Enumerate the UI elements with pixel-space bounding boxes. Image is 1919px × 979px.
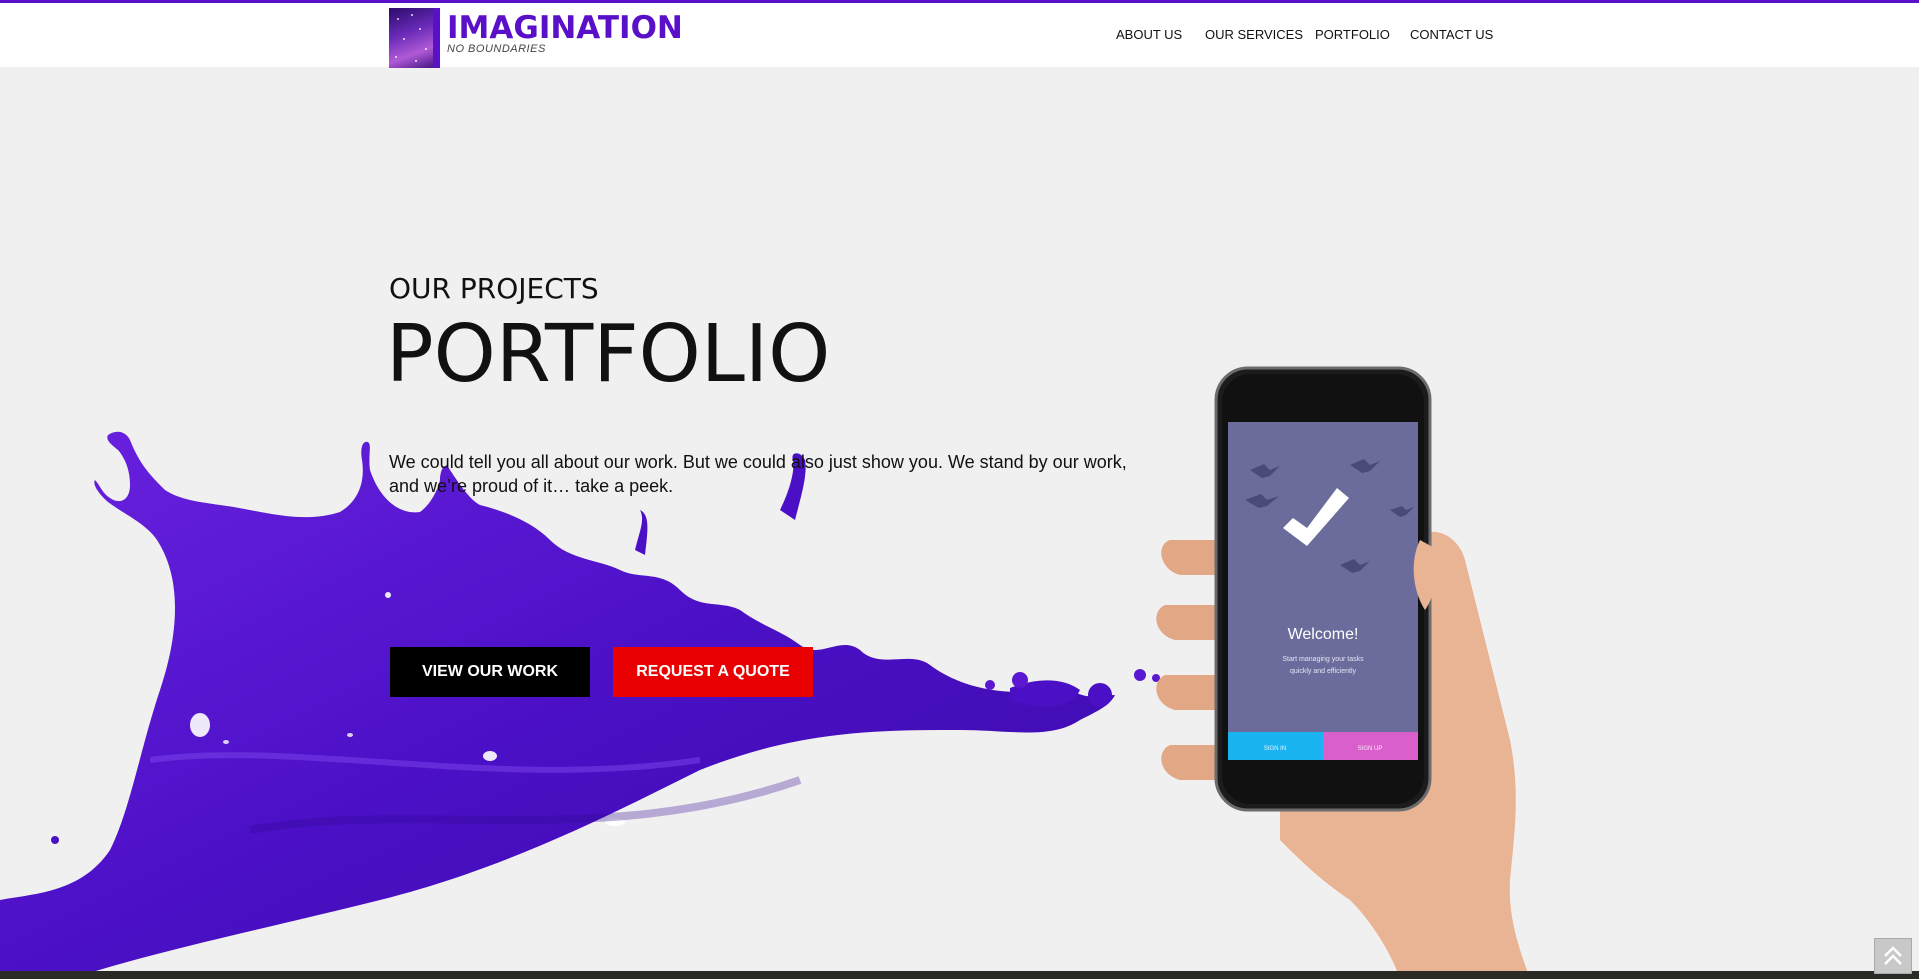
nav-contact-us[interactable]: CONTACT US	[1410, 27, 1493, 42]
phone-subtitle-line-2: quickly and efficiently	[1290, 668, 1357, 675]
brand-name[interactable]: IMAGINATION	[447, 10, 683, 46]
hero-description: We could tell you all about our work. Bu…	[389, 452, 1127, 496]
nav-portfolio[interactable]: PORTFOLIO	[1315, 27, 1390, 42]
paint-splash-image	[0, 431, 1160, 979]
nav-about-us[interactable]: ABOUT US	[1116, 27, 1182, 42]
phone-sign-up: SIGN UP	[1358, 746, 1383, 752]
phone-in-hand-image: Welcome! Start managing your tasks quick…	[1156, 366, 1530, 979]
view-our-work-button[interactable]: VIEW OUR WORK	[390, 647, 590, 697]
logo-icon[interactable]	[389, 8, 440, 68]
footer-strip	[0, 971, 1919, 979]
request-a-quote-button[interactable]: REQUEST A QUOTE	[613, 647, 813, 697]
phone-subtitle-line-1: Start managing your tasks	[1282, 656, 1364, 663]
page-title: PORTFOLIO	[386, 308, 831, 400]
site-header: IMAGINATION NO BOUNDARIES ABOUT US OUR S…	[0, 3, 1919, 68]
double-chevron-up-icon	[1884, 946, 1902, 965]
hero-kicker: OUR PROJECTS	[389, 272, 599, 305]
back-to-top-button[interactable]	[1874, 938, 1912, 974]
nav-our-services[interactable]: OUR SERVICES	[1205, 27, 1303, 42]
phone-welcome-text: Welcome!	[1288, 626, 1359, 643]
phone-sign-in: SIGN IN	[1264, 746, 1286, 752]
brand-tagline: NO BOUNDARIES	[447, 43, 546, 55]
